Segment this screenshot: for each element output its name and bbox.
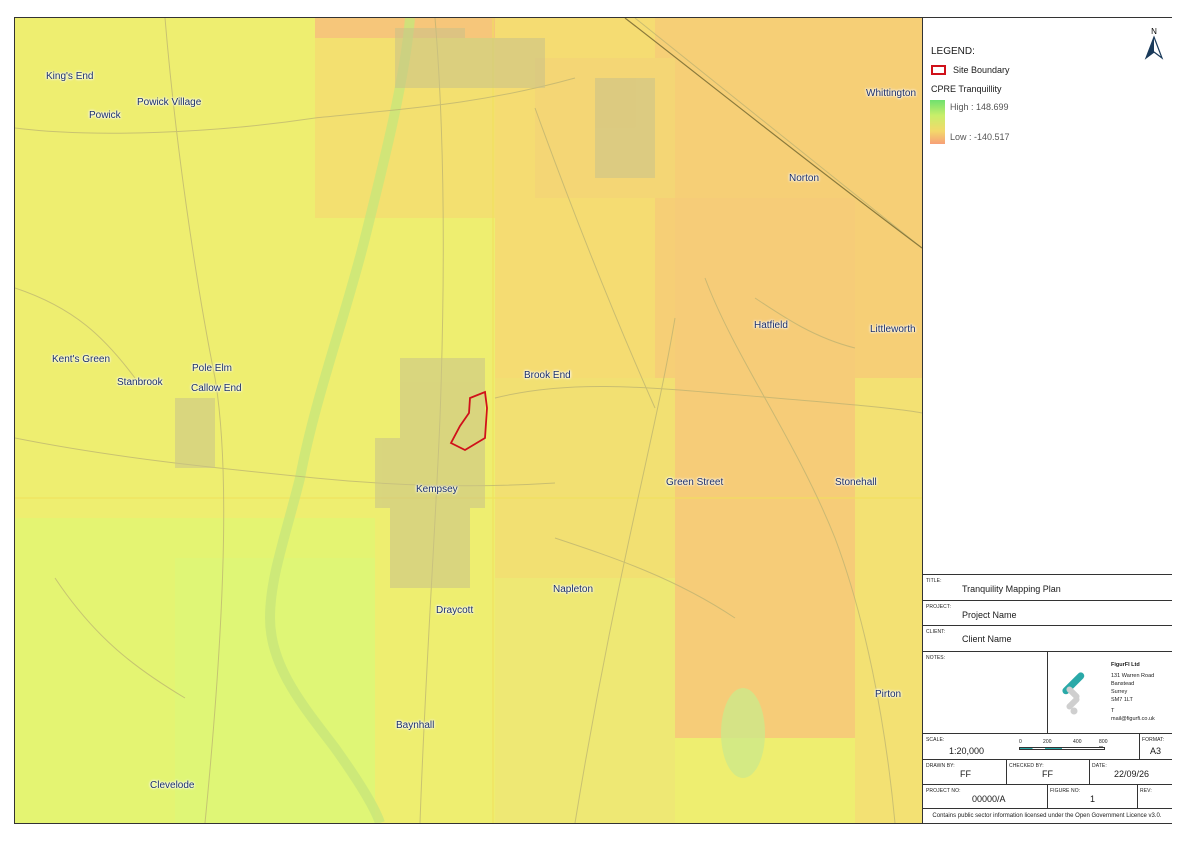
project-row: PROJECT: Project Name bbox=[922, 600, 1172, 625]
legend-title: LEGEND: bbox=[931, 46, 975, 57]
place-label: Powick bbox=[89, 110, 121, 121]
site-boundary-swatch bbox=[931, 65, 946, 75]
scale-value: 1:20,000 bbox=[949, 746, 985, 756]
date-value: 22/09/26 bbox=[1114, 769, 1150, 779]
project-label: PROJECT: bbox=[926, 604, 951, 610]
place-label: Napleton bbox=[553, 584, 594, 595]
project-name: Project Name bbox=[962, 610, 1017, 620]
company-address1: 131 Warren Road bbox=[1111, 673, 1155, 679]
figure-label: FIGURE NO: bbox=[1050, 788, 1081, 794]
place-label: Stonehall bbox=[835, 477, 877, 488]
company-address2: Banstead bbox=[1111, 681, 1135, 687]
company-details: FigurFI Ltd 131 Warren Road Banstead Sur… bbox=[1111, 661, 1155, 723]
date-label: DATE: bbox=[1092, 763, 1107, 769]
place-label: Pole Elm bbox=[192, 363, 233, 374]
company-phone-label: T bbox=[1111, 708, 1115, 714]
format-value: A3 bbox=[1150, 746, 1162, 756]
place-label: Callow End bbox=[191, 383, 242, 394]
place-label: Powick Village bbox=[137, 97, 202, 108]
checked-value: FF bbox=[1042, 769, 1053, 779]
checked-label: CHECKED BY: bbox=[1009, 763, 1044, 769]
scalebar-tick: 400 bbox=[1073, 739, 1082, 745]
notes-label: NOTES: bbox=[926, 655, 946, 661]
place-label: Baynhall bbox=[396, 720, 435, 731]
place-label: Pirton bbox=[875, 689, 902, 700]
format-label: FORMAT: bbox=[1142, 737, 1165, 743]
scale-label: SCALE: bbox=[926, 737, 945, 743]
company-logo-icon bbox=[1062, 672, 1085, 715]
legend-site-boundary: Site Boundary bbox=[931, 65, 1010, 75]
licence-footer: Contains public sector information licen… bbox=[922, 808, 1172, 824]
map-canvas[interactable]: King's End Powick Powick Village Whittin… bbox=[15, 18, 922, 823]
place-label: Green Street bbox=[666, 477, 724, 488]
company-postcode: SM7 1LT bbox=[1111, 697, 1133, 703]
place-label: Kempsey bbox=[416, 484, 458, 495]
place-label: Brook End bbox=[524, 370, 571, 381]
notes-row: NOTES: FigurFI Ltd 131 Warren Road Banst… bbox=[922, 651, 1172, 733]
north-arrow-icon: N bbox=[1144, 27, 1164, 60]
map-graphics bbox=[15, 18, 922, 823]
place-label: Littleworth bbox=[870, 324, 916, 335]
scalebar-tick: 200 bbox=[1043, 739, 1052, 745]
place-label: Draycott bbox=[436, 605, 474, 616]
project-no-row: PROJECT NO: 00000/A FIGURE NO: 1 REV: bbox=[922, 784, 1172, 808]
high-label: High : 148.699 bbox=[950, 102, 1009, 112]
project-no-value: 00000/A bbox=[972, 794, 1006, 804]
place-label: King's End bbox=[46, 71, 94, 82]
place-label: Stanbrook bbox=[117, 377, 163, 388]
place-label: Hatfield bbox=[754, 320, 788, 331]
site-boundary-label: Site Boundary bbox=[953, 65, 1010, 75]
place-label: Clevelode bbox=[150, 780, 195, 791]
drawn-label: DRAWN BY: bbox=[926, 763, 955, 769]
client-label: CLIENT: bbox=[926, 629, 946, 635]
figure-value: 1 bbox=[1090, 794, 1096, 804]
low-label: Low : -140.517 bbox=[950, 132, 1010, 142]
drawn-row: DRAWN BY: FF CHECKED BY: FF DATE: 22/09/… bbox=[922, 759, 1172, 784]
place-label: Kent's Green bbox=[52, 354, 111, 365]
title-row: TITLE: Tranquility Mapping Plan bbox=[922, 574, 1172, 600]
scale-bar: 0 200 400 800 m bbox=[1019, 739, 1109, 759]
drawn-value: FF bbox=[960, 769, 971, 779]
company-name: FigurFI Ltd bbox=[1111, 662, 1140, 668]
tranquility-ramp bbox=[930, 100, 945, 144]
company-email: mail@figurfi.co.uk bbox=[1111, 716, 1155, 722]
scalebar-tick: 0 bbox=[1019, 739, 1022, 745]
client-row: CLIENT: Client Name bbox=[922, 625, 1172, 651]
scale-row: SCALE: 1:20,000 0 200 400 800 m FORMAT: … bbox=[922, 733, 1172, 759]
place-label: Whittington bbox=[866, 88, 917, 99]
place-label: Norton bbox=[789, 173, 820, 184]
layer-title: CPRE Tranquillity bbox=[931, 84, 1002, 94]
drawing-title: Tranquility Mapping Plan bbox=[962, 584, 1061, 594]
client-name: Client Name bbox=[962, 634, 1012, 644]
title-label: TITLE: bbox=[926, 578, 942, 584]
project-no-label: PROJECT NO: bbox=[926, 788, 961, 794]
rev-label: REV: bbox=[1140, 788, 1152, 794]
svg-text:N: N bbox=[1151, 27, 1157, 36]
company-address3: Surrey bbox=[1111, 689, 1128, 695]
